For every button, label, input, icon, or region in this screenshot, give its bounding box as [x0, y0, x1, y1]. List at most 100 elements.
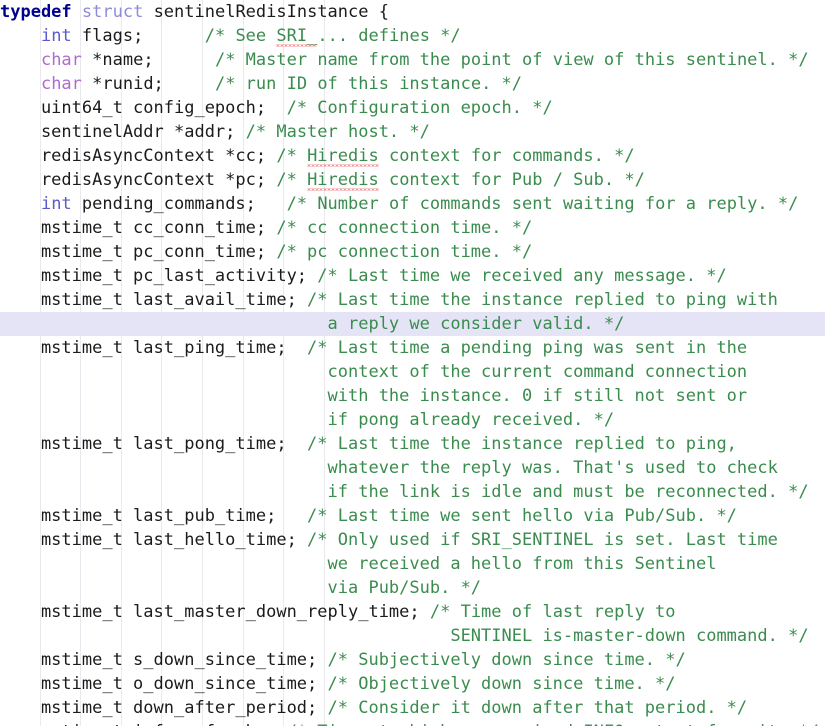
- code-line[interactable]: int flags; /* See SRI_... defines */: [0, 24, 825, 48]
- code-token-cmt: /* Configuration epoch. */: [286, 98, 553, 118]
- misspelled-word: Hiredis: [307, 170, 379, 190]
- code-token-cmt: /* Last time we received any message. */: [317, 266, 727, 286]
- code-token-cmt: /* Time of last reply to: [429, 602, 676, 622]
- code-line[interactable]: mstime_t down_after_period; /* Consider …: [0, 696, 825, 720]
- code-token-cmt: /* Last time the instance replied to pin…: [307, 290, 778, 310]
- code-line[interactable]: with the instance. 0 if still not sent o…: [0, 384, 825, 408]
- code-line[interactable]: mstime_t last_avail_time; /* Last time t…: [0, 288, 825, 312]
- code-token-cmt: /* Last time a pending ping was sent in …: [307, 338, 748, 358]
- code-token-cmt: context of the current command connectio…: [0, 362, 748, 382]
- code-line[interactable]: mstime_t o_down_since_time; /* Objective…: [0, 672, 825, 696]
- code-token-cmt: /* Objectively down since time. */: [327, 674, 676, 694]
- code-token-plain: pending_commands;: [71, 194, 287, 214]
- code-token-plain: sentinelAddr *addr;: [0, 122, 246, 142]
- code-token-plain: *name;: [81, 50, 215, 70]
- code-token-cmt: context for commands. */: [378, 146, 635, 166]
- code-token-cmt: /* Number of commands sent waiting for a…: [286, 194, 799, 214]
- code-token-plain: redisAsyncContext *cc;: [0, 146, 277, 166]
- code-token-cmt: /* Master name from the point of view of…: [214, 50, 809, 70]
- code-token-cmt: /*: [276, 146, 308, 166]
- code-token-cmt: context for Pub / Sub. */: [378, 170, 645, 190]
- code-line[interactable]: mstime_t last_master_down_reply_time; /*…: [0, 600, 825, 624]
- code-token-plain: mstime_t last_ping_time;: [0, 338, 308, 358]
- code-token-cmt: whatever the reply was. That's used to c…: [0, 458, 778, 478]
- code-token-kw-typedef: typedef: [0, 2, 72, 22]
- code-token-kw-char: char: [40, 74, 82, 94]
- code-token-cmt: /* Master host. */: [245, 122, 430, 142]
- code-line[interactable]: redisAsyncContext *cc; /* Hiredis contex…: [0, 144, 825, 168]
- code-token-plain: mstime_t pc_last_activity;: [0, 266, 318, 286]
- code-line[interactable]: via Pub/Sub. */: [0, 576, 825, 600]
- code-token-plain: mstime_t last_master_down_reply_time;: [0, 602, 430, 622]
- code-token-kw-struct: struct: [81, 2, 144, 22]
- code-token-cmt: if the link is idle and must be reconnec…: [0, 482, 809, 502]
- code-line[interactable]: mstime_t pc_last_activity; /* Last time …: [0, 264, 825, 288]
- code-token-cmt: we received a hello from this Sentinel: [0, 554, 717, 574]
- code-line[interactable]: mstime_t s_down_since_time; /* Subjectiv…: [0, 648, 825, 672]
- code-token-plain: mstime_t last_pong_time;: [0, 434, 308, 454]
- code-token-plain: mstime_t last_hello_time;: [0, 530, 308, 550]
- code-token-plain: mstime_t s_down_since_time;: [0, 650, 328, 670]
- code-token-kw-char: char: [40, 50, 82, 70]
- code-token-plain: redisAsyncContext *pc;: [0, 170, 277, 190]
- code-token-plain: mstime_t info_refresh;: [0, 722, 287, 726]
- code-line[interactable]: mstime_t pc_conn_time; /* pc connection …: [0, 240, 825, 264]
- code-line[interactable]: char *name; /* Master name from the poin…: [0, 48, 825, 72]
- code-token-plain: *runid;: [81, 74, 215, 94]
- code-token-cmt: with the instance. 0 if still not sent o…: [0, 386, 748, 406]
- code-line[interactable]: sentinelAddr *addr; /* Master host. */: [0, 120, 825, 144]
- code-line[interactable]: char *runid; /* run ID of this instance.…: [0, 72, 825, 96]
- code-line[interactable]: SENTINEL is-master-down command. */: [0, 624, 825, 648]
- code-token-kw-int: int: [40, 194, 72, 214]
- code-line[interactable]: typedef struct sentinelRedisInstance {: [0, 0, 825, 24]
- code-line[interactable]: if the link is idle and must be reconnec…: [0, 480, 825, 504]
- code-token-plain: mstime_t pc_conn_time;: [0, 242, 277, 262]
- code-token-plain: sentinelRedisInstance {: [143, 2, 389, 22]
- code-token-cmt: a reply we consider valid. */: [0, 314, 625, 334]
- code-token-plain: mstime_t o_down_since_time;: [0, 674, 328, 694]
- code-token-plain: mstime_t cc_conn_time;: [0, 218, 277, 238]
- code-token-plain: flags;: [71, 26, 205, 46]
- code-line[interactable]: mstime_t last_hello_time; /* Only used i…: [0, 528, 825, 552]
- code-token-plain: mstime_t last_avail_time;: [0, 290, 308, 310]
- code-token-cmt: SENTINEL is-master-down command. */: [0, 626, 809, 646]
- code-line[interactable]: mstime_t last_pong_time; /* Last time th…: [0, 432, 825, 456]
- code-line[interactable]: context of the current command connectio…: [0, 360, 825, 384]
- code-token-cmt: via Pub/Sub. */: [0, 578, 482, 598]
- code-token-cmt: /* cc connection time. */: [276, 218, 533, 238]
- code-token-plain: mstime_t last_pub_time;: [0, 506, 308, 526]
- code-editor-view[interactable]: typedef struct sentinelRedisInstance { i…: [0, 0, 825, 726]
- code-line-current[interactable]: a reply we consider valid. */: [0, 312, 825, 336]
- code-line[interactable]: redisAsyncContext *pc; /* Hiredis contex…: [0, 168, 825, 192]
- code-line[interactable]: mstime_t info_refresh; /* Time at which …: [0, 720, 825, 726]
- code-line[interactable]: int pending_commands; /* Number of comma…: [0, 192, 825, 216]
- code-line[interactable]: if pong already received. */: [0, 408, 825, 432]
- code-token-cmt: /* run ID of this instance. */: [214, 74, 523, 94]
- misspelled-word: SRI_: [276, 26, 318, 46]
- code-line[interactable]: uint64_t config_epoch; /* Configuration …: [0, 96, 825, 120]
- code-line[interactable]: we received a hello from this Sentinel: [0, 552, 825, 576]
- code-line[interactable]: mstime_t cc_conn_time; /* cc connection …: [0, 216, 825, 240]
- code-token-cmt: ... defines */: [317, 26, 461, 46]
- code-token-kw-int: int: [40, 26, 72, 46]
- code-token-cmt: /* Only used if SRI_SENTINEL is set. Las…: [307, 530, 778, 550]
- code-line[interactable]: mstime_t last_pub_time; /* Last time we …: [0, 504, 825, 528]
- code-content[interactable]: typedef struct sentinelRedisInstance { i…: [0, 0, 825, 726]
- code-token-cmt: if pong already received. */: [0, 410, 615, 430]
- code-token-plain: uint64_t config_epoch;: [0, 98, 287, 118]
- code-token-cmt: /* pc connection time. */: [276, 242, 533, 262]
- code-line[interactable]: whatever the reply was. That's used to c…: [0, 456, 825, 480]
- code-token-cmt: /* Time at which we received INFO output…: [287, 722, 819, 726]
- code-token-cmt: /* See: [204, 26, 277, 46]
- code-token-cmt: /*: [276, 170, 308, 190]
- code-token-cmt: /* Consider it down after that period. *…: [327, 698, 748, 718]
- code-token-cmt: /* Last time the instance replied to pin…: [307, 434, 737, 454]
- misspelled-word: Hiredis: [307, 146, 379, 166]
- code-token-cmt: /* Last time we sent hello via Pub/Sub. …: [307, 506, 737, 526]
- code-line[interactable]: mstime_t last_ping_time; /* Last time a …: [0, 336, 825, 360]
